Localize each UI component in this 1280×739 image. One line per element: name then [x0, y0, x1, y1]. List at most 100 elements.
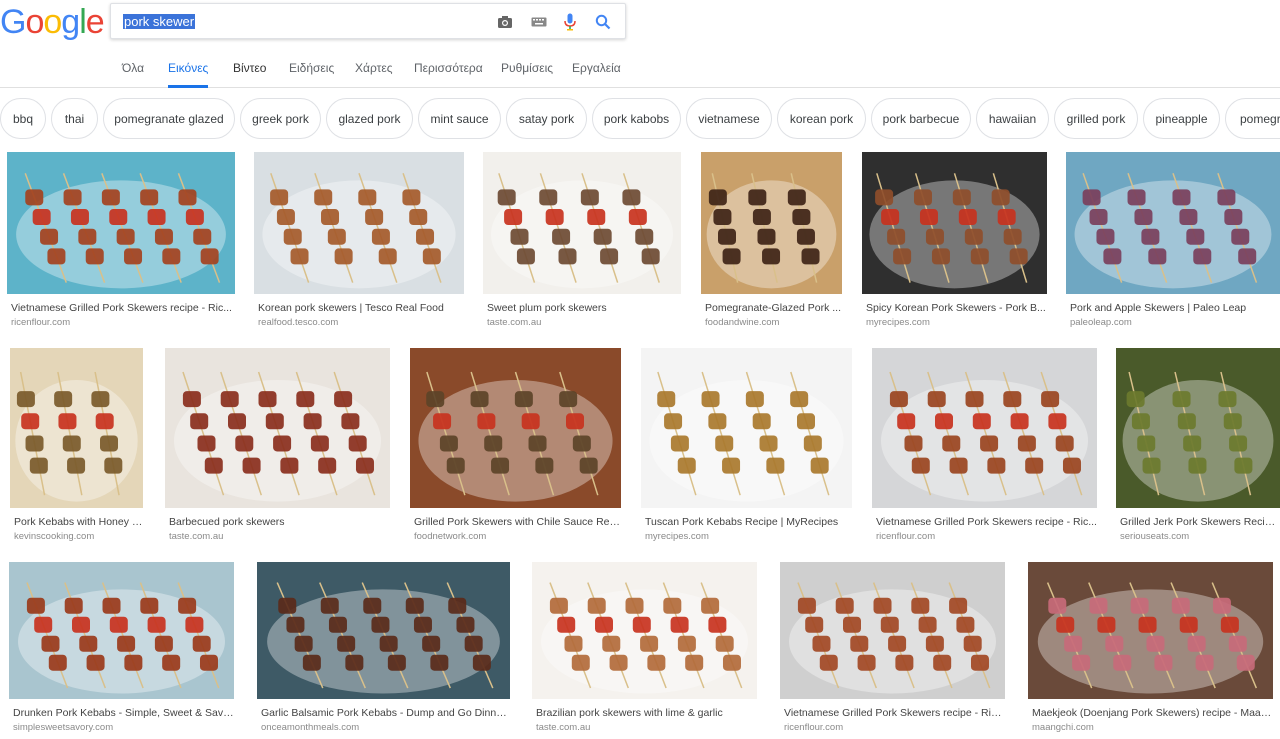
result-thumbnail[interactable]: [701, 152, 842, 294]
result-title[interactable]: Pomegranate-Glazed Pork ...: [705, 302, 842, 314]
chip[interactable]: glazed pork: [326, 98, 413, 139]
result-thumbnail[interactable]: [257, 562, 510, 699]
image-result[interactable]: Vietnamese Grilled Pork Skewers recipe -…: [872, 348, 1097, 546]
chip[interactable]: grilled pork: [1054, 98, 1138, 139]
result-thumbnail[interactable]: [7, 152, 235, 294]
tab-more[interactable]: Περισσότερα: [414, 61, 483, 88]
result-title[interactable]: Grilled Pork Skewers with Chile Sauce Re…: [414, 516, 621, 528]
result-source: ricenflour.com: [784, 722, 844, 733]
chip[interactable]: pomegranate: [1225, 98, 1280, 139]
result-thumbnail[interactable]: [165, 348, 390, 508]
search-input[interactable]: pork skewer: [123, 14, 196, 30]
result-title[interactable]: Barbecued pork skewers: [169, 516, 390, 528]
result-thumbnail[interactable]: [1066, 152, 1280, 294]
result-title[interactable]: Garlic Balsamic Pork Kebabs - Dump and G…: [261, 707, 510, 719]
result-thumbnail[interactable]: [641, 348, 852, 508]
search-query-text: pork skewer: [123, 14, 196, 29]
image-result[interactable]: Barbecued pork skewers taste.com.au: [165, 348, 390, 546]
result-source: taste.com.au: [536, 722, 591, 733]
image-result[interactable]: Drunken Pork Kebabs - Simple, Sweet & Sa…: [9, 562, 234, 737]
chip[interactable]: vietnamese: [686, 98, 772, 139]
tab-all[interactable]: Όλα: [122, 61, 144, 88]
logo-letter: G: [0, 3, 26, 41]
result-source: ricenflour.com: [876, 531, 936, 542]
result-source: kevinscooking.com: [14, 531, 95, 542]
result-title[interactable]: Spicy Korean Pork Skewers - Pork B...: [866, 302, 1047, 314]
microphone-icon[interactable]: [560, 12, 580, 32]
result-title[interactable]: Vietnamese Grilled Pork Skewers recipe -…: [784, 707, 1005, 719]
tab-maps[interactable]: Χάρτες: [355, 61, 392, 88]
camera-icon[interactable]: [495, 12, 515, 32]
chip[interactable]: thai: [51, 98, 98, 139]
image-result[interactable]: Vietnamese Grilled Pork Skewers recipe -…: [780, 562, 1005, 737]
result-source: onceamonthmeals.com: [261, 722, 360, 733]
chip[interactable]: satay pork: [506, 98, 587, 139]
image-result[interactable]: Tuscan Pork Kebabs Recipe | MyRecipes myr…: [641, 348, 852, 546]
result-title[interactable]: Tuscan Pork Kebabs Recipe | MyRecipes: [645, 516, 852, 528]
image-result[interactable]: Pork Kebabs with Honey M... kevinscooking…: [10, 348, 143, 546]
image-result[interactable]: Grilled Jerk Pork Skewers Recipe | Serio…: [1116, 348, 1280, 546]
tab-images[interactable]: Εικόνες: [168, 61, 209, 88]
image-result[interactable]: Pork and Apple Skewers | Paleo Leap paleo…: [1066, 152, 1280, 332]
chip[interactable]: pork barbecue: [871, 98, 971, 139]
result-title[interactable]: Grilled Jerk Pork Skewers Recipe | Serio…: [1120, 516, 1280, 528]
logo-letter: o: [25, 3, 44, 41]
image-result[interactable]: Sweet plum pork skewers taste.com.au: [483, 152, 681, 332]
tab-videos[interactable]: Βίντεο: [233, 61, 266, 88]
related-searches: bbq thai pomegranate glazed greek pork g…: [0, 98, 1280, 140]
result-thumbnail[interactable]: [9, 562, 234, 699]
result-title[interactable]: Korean pork skewers | Tesco Real Food: [258, 302, 464, 314]
result-title[interactable]: Drunken Pork Kebabs - Simple, Sweet & Sa…: [13, 707, 234, 719]
result-source: paleoleap.com: [1070, 317, 1132, 328]
result-title[interactable]: Pork Kebabs with Honey M...: [14, 516, 143, 528]
chip[interactable]: pineapple: [1143, 98, 1220, 139]
tab-tools[interactable]: Εργαλεία: [572, 61, 621, 88]
result-title[interactable]: Vietnamese Grilled Pork Skewers recipe -…: [876, 516, 1097, 528]
image-result[interactable]: Brazilian pork skewers with lime & garli…: [532, 562, 757, 737]
search-icon[interactable]: [593, 12, 613, 32]
search-box[interactable]: pork skewer: [110, 3, 626, 39]
result-source: maangchi.com: [1032, 722, 1094, 733]
chip[interactable]: greek pork: [240, 98, 321, 139]
result-source: foodandwine.com: [705, 317, 780, 328]
result-thumbnail[interactable]: [483, 152, 681, 294]
result-thumbnail[interactable]: [10, 348, 143, 508]
image-result[interactable]: Vietnamese Grilled Pork Skewers recipe -…: [7, 152, 235, 332]
result-source: foodnetwork.com: [414, 531, 487, 542]
image-result[interactable]: Pomegranate-Glazed Pork ... foodandwine.c…: [701, 152, 842, 332]
result-title[interactable]: Maekjeok (Doenjang Pork Skewers) recipe …: [1032, 707, 1273, 719]
search-tabs: Όλα Εικόνες Βίντεο Ειδήσεις Χάρτες Περισ…: [0, 58, 1280, 88]
result-source: myrecipes.com: [866, 317, 930, 328]
result-thumbnail[interactable]: [872, 348, 1097, 508]
image-result[interactable]: Maekjeok (Doenjang Pork Skewers) recipe …: [1028, 562, 1273, 737]
result-source: realfood.tesco.com: [258, 317, 339, 328]
result-thumbnail[interactable]: [1028, 562, 1273, 699]
result-thumbnail[interactable]: [862, 152, 1047, 294]
chip[interactable]: pork kabobs: [592, 98, 681, 139]
result-thumbnail[interactable]: [254, 152, 464, 294]
result-thumbnail[interactable]: [780, 562, 1005, 699]
chip[interactable]: hawaiian: [976, 98, 1049, 139]
result-thumbnail[interactable]: [410, 348, 621, 508]
image-result[interactable]: Spicy Korean Pork Skewers - Pork B... myr…: [862, 152, 1047, 332]
result-title[interactable]: Vietnamese Grilled Pork Skewers recipe -…: [11, 302, 235, 314]
tab-news[interactable]: Ειδήσεις: [289, 61, 334, 88]
result-thumbnail[interactable]: [1116, 348, 1280, 508]
tab-settings[interactable]: Ρυθμίσεις: [501, 61, 553, 88]
result-source: taste.com.au: [169, 531, 224, 542]
chip[interactable]: bbq: [0, 98, 46, 139]
result-thumbnail[interactable]: [532, 562, 757, 699]
image-result[interactable]: Korean pork skewers | Tesco Real Food rea…: [254, 152, 464, 332]
chip[interactable]: mint sauce: [418, 98, 501, 139]
keyboard-icon[interactable]: [529, 12, 549, 32]
chip[interactable]: pomegranate glazed: [103, 98, 235, 139]
image-result[interactable]: Garlic Balsamic Pork Kebabs - Dump and G…: [257, 562, 510, 737]
result-title[interactable]: Brazilian pork skewers with lime & garli…: [536, 707, 757, 719]
result-title[interactable]: Pork and Apple Skewers | Paleo Leap: [1070, 302, 1280, 314]
chip[interactable]: korean pork: [777, 98, 866, 139]
google-logo[interactable]: Google: [0, 3, 105, 41]
result-source: taste.com.au: [487, 317, 542, 328]
result-title[interactable]: Sweet plum pork skewers: [487, 302, 681, 314]
logo-letter: o: [43, 3, 62, 41]
image-result[interactable]: Grilled Pork Skewers with Chile Sauce Re…: [410, 348, 621, 546]
